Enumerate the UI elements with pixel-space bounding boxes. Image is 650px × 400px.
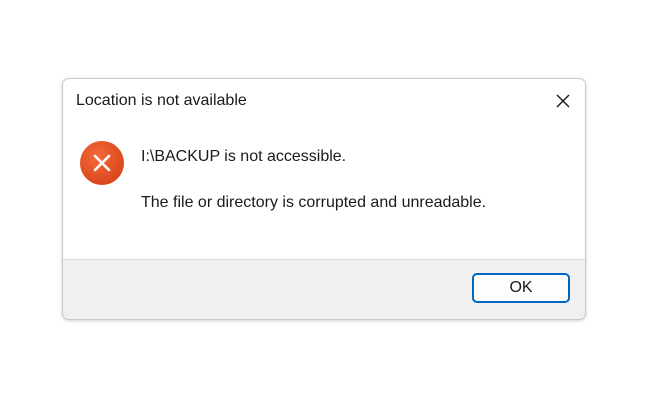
dialog-titlebar: Location is not available bbox=[63, 79, 585, 125]
close-icon bbox=[556, 94, 570, 108]
error-dialog: Location is not available I:\BACKUP is n… bbox=[62, 78, 586, 320]
error-icon bbox=[80, 141, 124, 185]
error-message-secondary: The file or directory is corrupted and u… bbox=[141, 194, 487, 211]
ok-button-label: OK bbox=[509, 279, 533, 296]
close-button[interactable] bbox=[549, 88, 577, 114]
ok-button[interactable]: OK bbox=[472, 273, 570, 303]
dialog-footer: OK bbox=[63, 259, 585, 319]
dialog-content: I:\BACKUP is not accessible. The file or… bbox=[63, 125, 585, 259]
error-message-primary: I:\BACKUP is not accessible. bbox=[141, 148, 347, 165]
dialog-title: Location is not available bbox=[76, 92, 247, 109]
